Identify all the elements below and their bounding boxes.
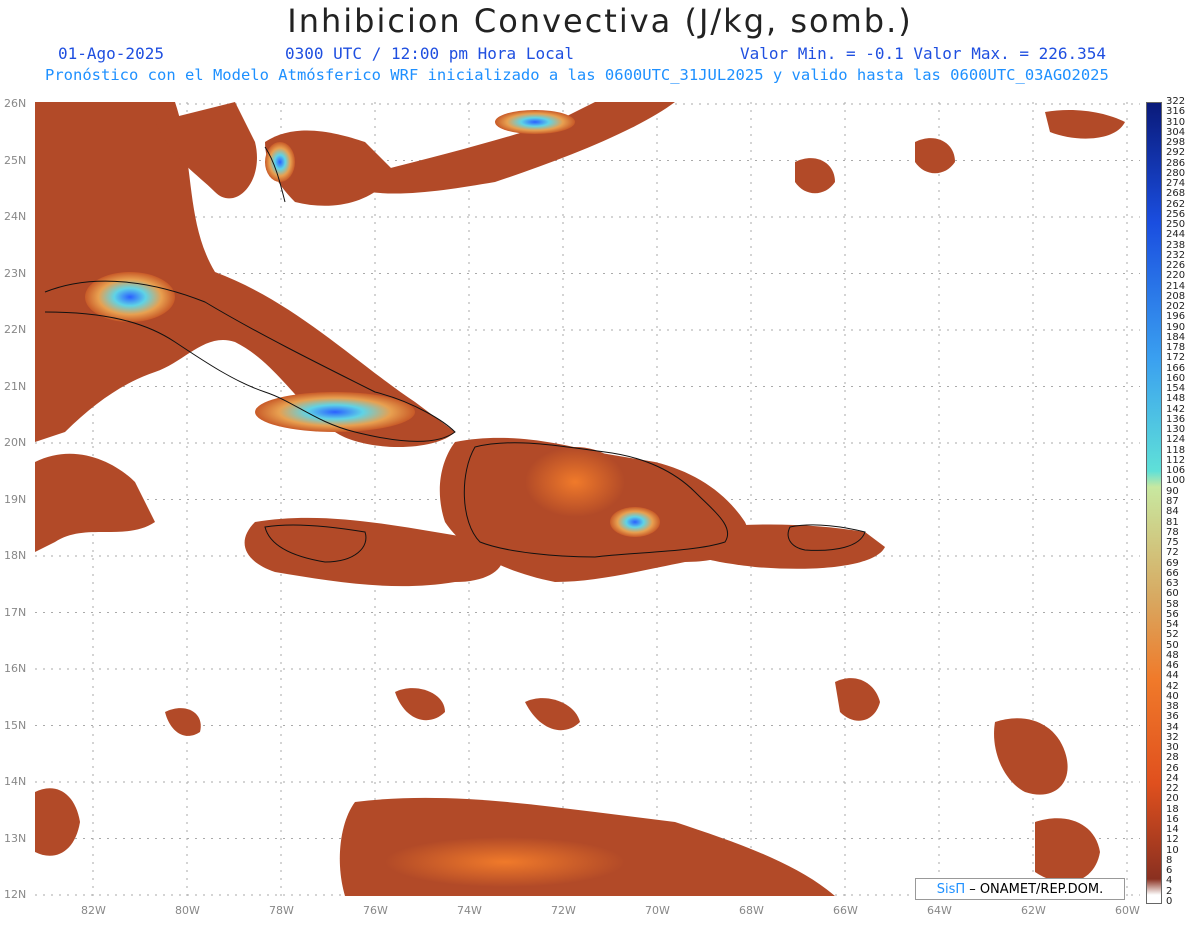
colorbar-label: 81: [1166, 516, 1179, 528]
colorbar-label: 12: [1166, 834, 1179, 846]
lon-tick-label: 66W: [833, 904, 858, 917]
lat-tick-label: 19N: [4, 492, 27, 506]
lat-tick-label: 24N: [4, 210, 27, 223]
lon-tick-label: 80W: [175, 904, 200, 917]
lat-tick-label: 12N: [4, 888, 27, 901]
colorbar-label: 172: [1166, 352, 1186, 364]
lon-tick-label: 82W: [81, 904, 106, 917]
colorbar-label: 316: [1166, 106, 1186, 118]
colorbar-label: 60: [1166, 588, 1179, 600]
lat-tick-label: 26N: [4, 97, 27, 110]
colorbar-label: 292: [1166, 147, 1186, 159]
lat-tick-label: 14N: [4, 775, 27, 788]
lat-tick-label: 16N: [4, 662, 27, 675]
lon-tick-label: 74W: [457, 904, 482, 917]
colorbar-label: 100: [1166, 475, 1186, 487]
colorbar-label: 36: [1166, 711, 1179, 723]
colorbar-label: 84: [1166, 506, 1179, 518]
colorbar-label: 20: [1166, 793, 1179, 805]
colorbar-label: 52: [1166, 629, 1179, 641]
forecast-date: 01-Ago-2025: [58, 44, 164, 63]
lon-tick-label: 76W: [363, 904, 388, 917]
colorbar-label: 72: [1166, 547, 1179, 559]
lat-tick-label: 23N: [4, 266, 27, 280]
colorbar-label: 0: [1166, 896, 1173, 907]
lon-tick-label: 68W: [739, 904, 764, 917]
colorbar-label: 4: [1166, 875, 1173, 887]
credit-text: – ONAMET/REP.DOM.: [969, 881, 1104, 897]
lon-tick-label: 78W: [269, 904, 294, 917]
colorbar-label: 220: [1166, 270, 1186, 282]
lon-tick-label: 70W: [645, 904, 670, 917]
value-range: Valor Min. = -0.1 Valor Max. = 226.354: [740, 44, 1107, 63]
lat-tick-label: 18N: [4, 549, 27, 562]
forecast-subtitle: Pronóstico con el Modelo Atmósferico WRF…: [45, 66, 1109, 84]
colorbar-label: 148: [1166, 393, 1186, 405]
lat-tick-label: 15N: [4, 718, 27, 732]
map-title: Inhibicion Convectiva (J/kg, somb.): [287, 2, 913, 40]
colorbar-label: 244: [1166, 229, 1186, 241]
forecast-time: 0300 UTC / 12:00 pm Hora Local: [285, 44, 574, 63]
lon-tick-label: 62W: [1021, 904, 1046, 917]
map-canvas: [35, 102, 1140, 896]
lat-tick-label: 22N: [4, 323, 27, 336]
lat-tick-label: 25N: [4, 153, 27, 167]
lat-tick-label: 13N: [4, 831, 27, 845]
colorbar-label: 310: [1166, 116, 1186, 128]
lat-tick-label: 17N: [4, 605, 27, 619]
lon-tick-label: 72W: [551, 904, 576, 917]
lat-tick-label: 20N: [4, 436, 27, 449]
sis-logo-text: SisΠ: [936, 881, 966, 897]
colorbar-label: 268: [1166, 188, 1186, 200]
colorbar-label: 196: [1166, 311, 1186, 323]
colorbar-label: 44: [1166, 670, 1179, 682]
colorbar-label: 28: [1166, 752, 1179, 764]
lon-tick-label: 64W: [927, 904, 952, 917]
lon-tick-label: 60W: [1115, 904, 1140, 917]
colorbar-label: 124: [1166, 434, 1186, 446]
credit-box: SisΠ – ONAMET/REP.DOM.: [915, 878, 1125, 900]
lat-tick-label: 21N: [4, 379, 27, 393]
colorbar: [1146, 102, 1162, 904]
